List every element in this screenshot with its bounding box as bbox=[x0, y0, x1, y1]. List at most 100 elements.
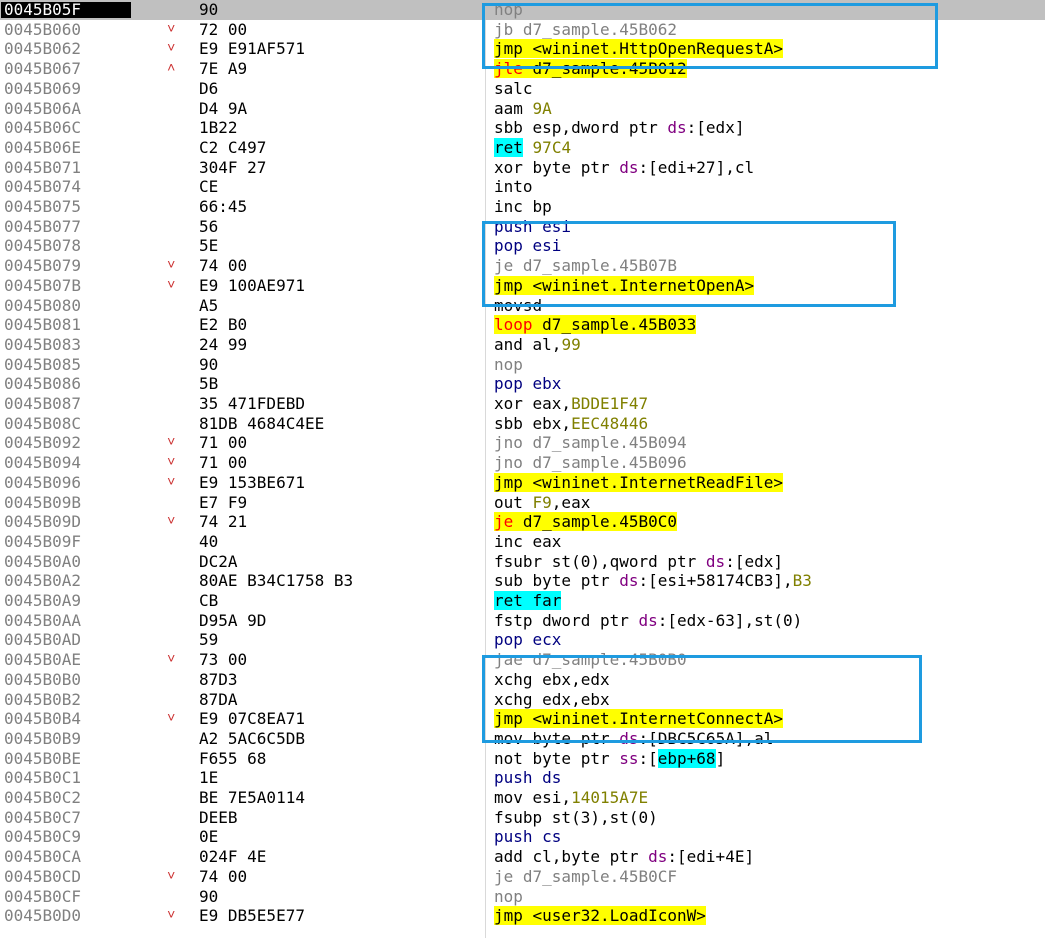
disasm-row[interactable]: 0045B09B E7 F9 out F9,eax bbox=[0, 493, 1045, 513]
bytes-cell: 7E A9 bbox=[199, 59, 248, 79]
disasm-row[interactable]: 0045B0D0 ˅ E9 DB5E5E77 jmp <user32.LoadIcon… bbox=[0, 906, 1045, 926]
instruction-token: salc bbox=[494, 78, 533, 98]
disasm-row[interactable]: 0045B0C2 BE 7E5A0114 mov esi,14015A7E bbox=[0, 788, 1045, 808]
instruction-token: not byte ptr bbox=[494, 748, 620, 768]
instruction-cell: xor eax,BDDE1F47 bbox=[494, 394, 1039, 414]
disasm-row[interactable]: 0045B09F 40 inc eax bbox=[0, 532, 1045, 552]
bytes-cell: A5 bbox=[199, 295, 219, 315]
instruction-token: je d7_sample.45B0CF bbox=[494, 866, 678, 886]
disasm-row[interactable]: 0045B0AA D95A 9D fstp dword ptr ds:[edx-63… bbox=[0, 611, 1045, 631]
address-cell: 0045B0C2 bbox=[4, 788, 82, 807]
bytes-cell: E9 07C8EA71 bbox=[199, 709, 305, 729]
bytes-cell: 71 00 bbox=[199, 433, 248, 453]
disasm-row[interactable]: 0045B0A0 DC2A fsubr st(0),qword ptr ds:[ed… bbox=[0, 552, 1045, 572]
disasm-row[interactable]: 0045B074 CE into bbox=[0, 177, 1045, 197]
address-cell: 0045B08C bbox=[4, 413, 82, 433]
instruction-token: ,eax bbox=[551, 492, 591, 512]
instruction-token: inc bp bbox=[494, 197, 552, 216]
disasm-row[interactable]: 0045B06E C2 C497 ret 97C4 bbox=[0, 137, 1045, 158]
disasm-row[interactable]: 0045B0AD 59 pop ecx bbox=[0, 630, 1045, 650]
bytes-cell: 74 00 bbox=[199, 866, 248, 886]
address-cell: 0045B0CF bbox=[4, 886, 82, 906]
bytes-cell: 66:45 bbox=[199, 197, 248, 216]
disasm-row[interactable]: 0045B0C9 0E push cs bbox=[0, 827, 1045, 847]
address-cell: 0045B0D0 bbox=[4, 906, 82, 926]
disasm-row[interactable]: 0045B09D ˅ 74 21 je d7_sample.45B0C0 bbox=[0, 512, 1045, 532]
disasm-row[interactable]: 0045B0A2 80AE B34C1758 B3 sub byte ptr ds:… bbox=[0, 571, 1045, 591]
address-cell: 0045B0A2 bbox=[4, 571, 82, 591]
jump-arrow-slot bbox=[167, 729, 179, 749]
address-cell: 0045B0CD bbox=[4, 866, 82, 886]
disasm-row[interactable]: 0045B0CD ˅ 74 00 je d7_sample.45B0CF bbox=[0, 867, 1045, 887]
address-cell: 0045B09B bbox=[4, 492, 82, 512]
address-cell: 0045B069 bbox=[4, 78, 82, 98]
instruction-cell: loop d7_sample.45B033 bbox=[494, 315, 1039, 335]
address-cell: 0045B0BE bbox=[4, 748, 82, 768]
disasm-row[interactable]: 0045B094 ˅ 71 00 jno d7_sample.45B096 bbox=[0, 453, 1045, 473]
jump-arrow-slot bbox=[167, 296, 179, 316]
address-cell: 0045B075 bbox=[4, 197, 82, 216]
disasm-row[interactable]: 0045B087 35 471FDEBD xor eax,BDDE1F47 bbox=[0, 394, 1045, 414]
disasm-row[interactable]: 0045B0BE F655 68 not byte ptr ss:[ebp+68] bbox=[0, 748, 1045, 769]
address-cell: 0045B09F bbox=[4, 531, 82, 551]
instruction-token: ss bbox=[619, 748, 639, 768]
address-cell: 0045B0A0 bbox=[4, 551, 82, 571]
jump-arrow-slot bbox=[167, 79, 179, 99]
address-cell: 0045B096 bbox=[4, 472, 82, 492]
disasm-row[interactable]: 0045B085 90 nop bbox=[0, 355, 1045, 375]
disasm-row[interactable]: 0045B0A9 CB ret far bbox=[0, 591, 1045, 611]
disasm-row[interactable]: 0045B0C1 1E push ds bbox=[0, 768, 1045, 788]
instruction-token: xor eax, bbox=[494, 394, 572, 413]
bytes-cell: 5E bbox=[199, 236, 219, 256]
instruction-token: into bbox=[494, 177, 533, 197]
disasm-row[interactable]: 0045B0CF 90 nop bbox=[0, 887, 1045, 907]
address-cell: 0045B077 bbox=[4, 216, 82, 236]
disasm-row[interactable]: 0045B081 E2 B0 loop d7_sample.45B033 bbox=[0, 315, 1045, 335]
disasm-row[interactable]: 0045B096 ˅ E9 153BE671 jmp <wininet.Interne… bbox=[0, 472, 1045, 493]
jump-down-arrow-icon: ˅ bbox=[167, 434, 176, 451]
jump-arrow-slot bbox=[167, 552, 179, 572]
jump-down-arrow-icon: ˅ bbox=[167, 257, 176, 274]
disasm-row[interactable]: 0045B06A D4 9A aam 9A bbox=[0, 99, 1045, 119]
jump-arrow-slot bbox=[167, 315, 179, 335]
instruction-token: sbb esp,dword ptr bbox=[494, 118, 668, 138]
bytes-cell: 81DB 4684C4EE bbox=[199, 413, 325, 433]
disasm-row[interactable]: 0045B0CA 024F 4E add cl,byte ptr ds:[edi+4… bbox=[0, 847, 1045, 867]
annotation-box-internet-open bbox=[482, 221, 896, 307]
disasm-row[interactable]: 0045B069 D6 salc bbox=[0, 79, 1045, 99]
disasm-row[interactable]: 0045B075 66:45 inc bp bbox=[0, 197, 1045, 217]
address-cell: 0045B0B9 bbox=[4, 728, 82, 748]
instruction-cell: je d7_sample.45B0C0 bbox=[494, 512, 1039, 532]
address-cell: 0045B0C1 bbox=[4, 768, 82, 788]
bytes-cell: DC2A bbox=[199, 551, 238, 571]
jump-down-arrow-icon: ˅ bbox=[167, 454, 176, 471]
bytes-cell: 59 bbox=[199, 630, 219, 650]
disasm-row[interactable]: 0045B0C7 DEEB fsubp st(3),st(0) bbox=[0, 808, 1045, 828]
instruction-cell: inc eax bbox=[494, 532, 1039, 552]
jump-arrow-slot bbox=[167, 670, 179, 690]
address-cell: 0045B0AA bbox=[4, 610, 82, 630]
instruction-token: 97C4 bbox=[532, 137, 572, 157]
instruction-cell: fstp dword ptr ds:[edx-63],st(0) bbox=[494, 611, 1039, 631]
bytes-cell: 80AE B34C1758 B3 bbox=[199, 571, 354, 591]
disasm-row[interactable]: 0045B06C 1B22 sbb esp,dword ptr ds:[edx] bbox=[0, 118, 1045, 138]
disassembly-view[interactable]: 0045B05F 90 nop 0045B060 ˅ 72 00 jb d7_sample.… bbox=[0, 0, 1045, 938]
address-cell: 0045B060 bbox=[4, 19, 82, 39]
instruction-cell: nop bbox=[494, 887, 1039, 907]
instruction-token: nop bbox=[494, 354, 523, 374]
disasm-row[interactable]: 0045B071 304F 27 xor byte ptr ds:[edi+27],… bbox=[0, 158, 1045, 178]
jump-arrow-slot bbox=[167, 197, 179, 217]
disasm-row[interactable]: 0045B083 24 99 and al,99 bbox=[0, 335, 1045, 355]
bytes-cell: 1B22 bbox=[199, 118, 238, 138]
address-cell: 0045B083 bbox=[4, 334, 82, 354]
bytes-cell: 71 00 bbox=[199, 453, 248, 473]
bytes-cell: D95A 9D bbox=[199, 610, 267, 630]
disasm-row[interactable]: 0045B092 ˅ 71 00 jno d7_sample.45B094 bbox=[0, 433, 1045, 453]
disasm-row[interactable]: 0045B08C 81DB 4684C4EE sbb ebx,EEC48446 bbox=[0, 414, 1045, 434]
disasm-row[interactable]: 0045B086 5B pop ebx bbox=[0, 374, 1045, 394]
jump-arrow-slot bbox=[167, 847, 179, 867]
instruction-token: fstp dword ptr bbox=[494, 610, 639, 630]
address-cell: 0045B0AE bbox=[4, 650, 82, 670]
jump-arrow-slot bbox=[167, 177, 179, 197]
jump-arrow-slot bbox=[167, 374, 179, 394]
